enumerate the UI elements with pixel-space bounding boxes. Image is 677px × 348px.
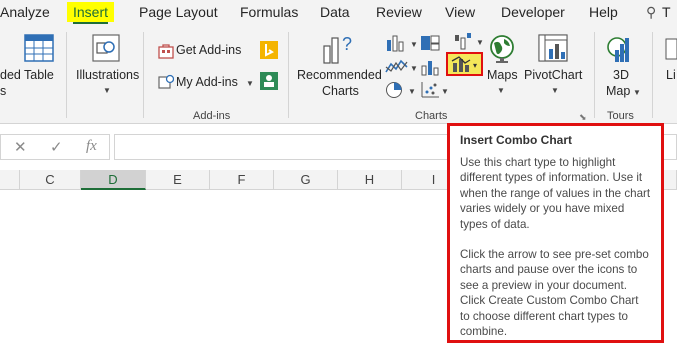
maps-dropdown-icon[interactable]: ▼	[497, 86, 505, 95]
line-chart-dropdown-icon[interactable]: ▼	[410, 64, 418, 73]
group-separator	[652, 32, 653, 118]
tab-developer[interactable]: Developer	[501, 4, 565, 20]
pie-chart-dropdown-icon[interactable]: ▼	[408, 87, 416, 96]
ribbon-tab-bar: Analyze Insert Page Layout Formulas Data…	[0, 0, 677, 26]
group-separator	[594, 32, 595, 118]
people-graph-icon[interactable]	[260, 72, 278, 95]
store-icon[interactable]	[158, 43, 174, 64]
bing-icon[interactable]	[260, 41, 278, 64]
column-header-f[interactable]: F	[210, 170, 274, 190]
ribbon: ded s Table Illustrations ▼ Get Add-ins …	[0, 26, 677, 124]
column-header-d[interactable]: D	[81, 170, 146, 190]
scatter-chart-dropdown-icon[interactable]: ▼	[441, 87, 449, 96]
my-addins-dropdown-icon[interactable]: ▼	[246, 79, 254, 88]
tab-help[interactable]: Help	[589, 4, 618, 20]
recommended-charts-icon[interactable]: ?	[322, 32, 356, 69]
tab-data[interactable]: Data	[320, 4, 350, 20]
column-header-c[interactable]: C	[20, 170, 81, 190]
combo-chart-icon: ▾	[451, 56, 477, 72]
3d-map-button-line2[interactable]: Map	[606, 84, 630, 98]
charts-dialog-launcher-icon[interactable]: ⬊	[579, 112, 587, 123]
column-chart-dropdown-icon[interactable]: ▼	[410, 40, 418, 49]
illustrations-icon[interactable]	[92, 34, 120, 67]
recommended-charts-button[interactable]: Recommended	[297, 68, 382, 82]
pivotchart-icon[interactable]	[538, 34, 568, 69]
group-separator	[288, 32, 289, 118]
table-icon[interactable]	[24, 34, 54, 67]
svg-text:▾: ▾	[473, 61, 477, 70]
sparkline-icon[interactable]	[665, 38, 677, 65]
tab-tell-me[interactable]: T	[662, 4, 671, 20]
line-chart-icon[interactable]	[385, 58, 409, 81]
partial-right-label[interactable]: Li	[666, 68, 676, 82]
tab-page-layout[interactable]: Page Layout	[139, 4, 218, 20]
cancel-icon[interactable]: ✕	[14, 138, 27, 156]
3d-map-button[interactable]: 3D	[613, 68, 629, 82]
3d-map-icon[interactable]	[606, 34, 634, 69]
maps-button[interactable]: Maps	[487, 68, 518, 82]
tooltip-description: Use this chart type to highlight differe…	[460, 156, 651, 231]
charts-group-label: Charts	[415, 110, 448, 122]
partial-group-label[interactable]: ded	[0, 68, 21, 82]
tooltip-instructions: Click the arrow to see pre-set combo cha…	[460, 248, 649, 339]
globe-icon[interactable]	[488, 34, 516, 69]
statistic-chart-icon[interactable]	[420, 58, 440, 81]
tab-view[interactable]: View	[445, 4, 475, 20]
corner-header[interactable]	[0, 170, 20, 190]
group-separator	[143, 32, 144, 118]
tab-review[interactable]: Review	[376, 4, 422, 20]
recommended-charts-button-line2[interactable]: Charts	[322, 84, 359, 98]
get-addins-button[interactable]: Get Add-ins	[176, 43, 241, 57]
tab-analyze[interactable]: Analyze	[0, 4, 50, 20]
tooltip-title: Insert Combo Chart	[460, 133, 573, 147]
my-addins-button[interactable]: My Add-ins	[176, 75, 238, 89]
3d-map-dropdown-icon[interactable]: ▼	[633, 88, 641, 97]
combo-chart-tooltip: Insert Combo Chart Use this chart type t…	[447, 123, 664, 343]
lightbulb-icon[interactable]: ⚲	[646, 4, 656, 21]
column-header-e[interactable]: E	[146, 170, 210, 190]
svg-text:?: ?	[342, 34, 352, 54]
tab-insert[interactable]: Insert	[67, 2, 115, 24]
combo-chart-button[interactable]: ▾	[446, 52, 483, 76]
column-header-g[interactable]: G	[274, 170, 338, 190]
pivotchart-dropdown-icon[interactable]: ▼	[551, 86, 559, 95]
column-chart-icon[interactable]	[385, 34, 409, 57]
waterfall-chart-dropdown-icon[interactable]: ▼	[476, 38, 484, 47]
column-header-h[interactable]: H	[338, 170, 402, 190]
my-addins-icon[interactable]	[158, 74, 175, 95]
pivotchart-button[interactable]: PivotChart	[524, 68, 582, 82]
partial-group-label-2[interactable]: s	[0, 84, 6, 98]
tours-group-label: Tours	[607, 110, 634, 122]
hierarchy-chart-icon[interactable]	[420, 34, 440, 57]
tab-formulas[interactable]: Formulas	[240, 4, 298, 20]
table-button[interactable]: Table	[24, 68, 54, 82]
insert-function-icon[interactable]: fx	[86, 138, 97, 155]
group-separator	[66, 32, 67, 118]
illustrations-dropdown-icon[interactable]: ▼	[103, 86, 111, 95]
addins-group-label: Add-ins	[193, 110, 231, 122]
pie-chart-icon[interactable]	[385, 81, 405, 104]
enter-icon[interactable]: ✓	[50, 138, 63, 156]
illustrations-button[interactable]: Illustrations	[76, 68, 139, 82]
scatter-chart-icon[interactable]	[420, 81, 440, 104]
